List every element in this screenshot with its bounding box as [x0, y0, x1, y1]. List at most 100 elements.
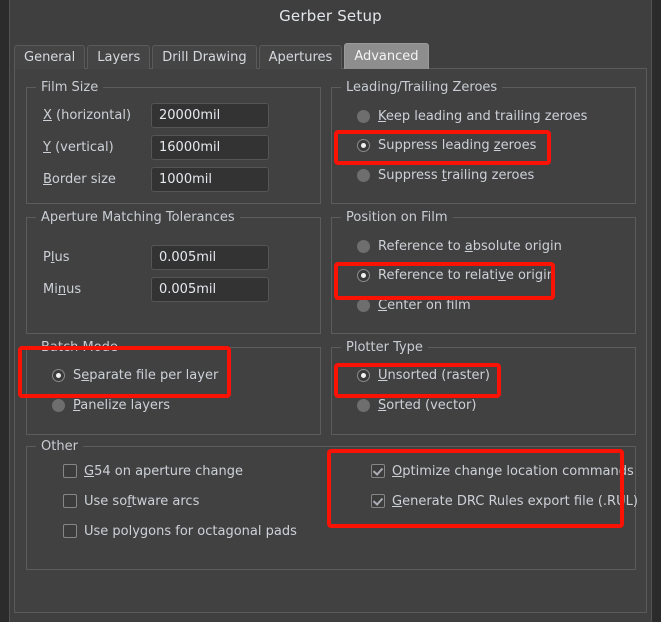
radio-indicator-sorted-vector [357, 398, 370, 412]
radio-label-relative-pre: Reference to relati [378, 267, 499, 283]
label-plus: Plus [43, 250, 151, 265]
radio-suppress-trailing-zeroes[interactable]: Suppress trailing zeroes [357, 165, 534, 185]
radio-center-on-film[interactable]: Center on film [357, 295, 471, 315]
radio-keep-leading-trailing-zeroes[interactable]: Keep leading and trailing zeroes [357, 106, 587, 126]
radio-label-unsorted-accel: U [378, 367, 388, 383]
radio-indicator-absolute-origin [357, 239, 370, 253]
radio-indicator-separate-file [52, 368, 65, 382]
checkbox-label-software-arcs-pre: Use so [84, 493, 128, 509]
radio-label-keep-zeroes-accel: K [378, 108, 386, 124]
label-border-size: Border size [43, 172, 151, 187]
input-film-x[interactable] [151, 102, 269, 128]
checkbox-indicator-optimize-change-location [371, 464, 385, 478]
radio-label-separate-file-post: parate file per layer [89, 367, 219, 383]
radio-label-suppress-leading-accel: z [493, 137, 501, 153]
checkbox-indicator-generate-drc [371, 494, 385, 508]
label-plus-post: us [54, 249, 70, 265]
group-film-size: Film Size X (horizontal) Y (vertical) Bo… [26, 80, 321, 204]
checkbox-label-g54-accel: G [84, 463, 95, 479]
checkbox-label-generate-drc: Generate DRC Rules export file (.RUL) [392, 494, 638, 509]
radio-label-suppress-trailing: Suppress trailing zeroes [378, 168, 534, 183]
radio-reference-relative-origin[interactable]: Reference to relative origin [357, 265, 555, 285]
tab-layers[interactable]: Layers [87, 45, 151, 69]
radio-label-sorted-post: orted (vector) [386, 397, 477, 413]
input-minus-tolerance[interactable] [151, 276, 269, 302]
checkbox-label-optimize-change-location: Optimize change location commands [392, 464, 634, 479]
radio-label-suppress-leading-post: eroes [500, 137, 537, 153]
window-edge-left-line [9, 0, 10, 622]
checkbox-g54-on-aperture-change[interactable]: G54 on aperture change [63, 461, 243, 481]
radio-indicator-unsorted-raster [357, 368, 370, 382]
radio-label-suppress-trailing-post: railing zeroes [446, 167, 535, 183]
checkbox-label-software-arcs: Use software arcs [84, 494, 199, 509]
field-row-film-x: X (horizontal) [43, 102, 269, 128]
group-leading-trailing-zeroes: Leading/Trailing Zeroes Keep leading and… [331, 80, 636, 204]
checkbox-label-g54-post: 54 on aperture change [94, 463, 244, 479]
group-title-plotter-type: Plotter Type [341, 340, 428, 355]
tab-apertures[interactable]: Apertures [258, 45, 343, 69]
radio-label-panelize-layers: Panelize layers [73, 398, 170, 413]
checkbox-use-software-arcs[interactable]: Use software arcs [63, 491, 199, 511]
label-border-size-accel: B [43, 171, 52, 187]
label-film-y-accel: Y [43, 139, 51, 155]
input-film-y[interactable] [151, 134, 269, 160]
radio-label-relative-origin: Reference to relative origin [378, 268, 555, 283]
field-row-film-y: Y (vertical) [43, 134, 269, 160]
radio-unsorted-raster[interactable]: Unsorted (raster) [357, 365, 490, 385]
window-edge-left [0, 0, 10, 622]
advanced-tab-panel: Film Size X (horizontal) Y (vertical) Bo… [14, 68, 647, 613]
checkbox-optimize-change-location-commands[interactable]: Optimize change location commands [371, 461, 634, 481]
group-title-position-on-film: Position on Film [341, 210, 453, 225]
label-minus: Minus [43, 282, 151, 297]
radio-label-unsorted-post: nsorted (raster) [387, 367, 490, 383]
radio-label-sorted-vector: Sorted (vector) [378, 398, 476, 413]
group-other: Other G54 on aperture change Use softwar… [26, 439, 638, 570]
group-title-aperture-tolerances: Aperture Matching Tolerances [36, 210, 240, 225]
window-edge-right-line [651, 0, 652, 622]
radio-label-absolute-post: bsolute origin [472, 238, 562, 254]
radio-label-separate-file: Separate file per layer [73, 368, 218, 383]
label-film-y: Y (vertical) [43, 140, 151, 155]
radio-label-center-post: enter on film [387, 297, 471, 313]
label-minus-post: us [66, 281, 82, 297]
tab-strip: General Layers Drill Drawing Apertures A… [14, 43, 431, 69]
field-row-minus: Minus [43, 276, 269, 302]
radio-panelize-layers[interactable]: Panelize layers [52, 395, 170, 415]
radio-label-absolute-pre: Reference to [378, 238, 465, 254]
radio-indicator-relative-origin [357, 268, 370, 282]
input-plus-tolerance[interactable] [151, 244, 269, 270]
radio-separate-file-per-layer[interactable]: Separate file per layer [52, 365, 218, 385]
radio-label-suppress-trailing-pre: Suppress [378, 167, 442, 183]
group-title-batch-mode: Batch Mode [36, 340, 123, 355]
checkbox-generate-drc-rules-export-file[interactable]: Generate DRC Rules export file (.RUL) [371, 491, 638, 511]
radio-reference-absolute-origin[interactable]: Reference to absolute origin [357, 236, 562, 256]
radio-label-suppress-leading: Suppress leading zeroes [378, 138, 536, 153]
radio-label-center-on-film: Center on film [378, 298, 471, 313]
radio-suppress-leading-zeroes[interactable]: Suppress leading zeroes [357, 135, 536, 155]
tab-drill-drawing[interactable]: Drill Drawing [152, 45, 257, 69]
radio-label-unsorted-raster: Unsorted (raster) [378, 368, 490, 383]
radio-indicator-panelize-layers [52, 398, 65, 412]
checkbox-indicator-g54 [63, 464, 77, 478]
tab-general[interactable]: General [14, 45, 86, 69]
dialog-title: Gerber Setup [279, 7, 382, 25]
radio-indicator-suppress-leading [357, 138, 370, 152]
radio-label-panelize-post: anelize layers [80, 397, 171, 413]
gerber-setup-dialog: Gerber Setup General Layers Drill Drawin… [0, 0, 661, 622]
label-film-x-text: (horizontal) [51, 107, 132, 123]
label-film-y-text: (vertical) [50, 139, 114, 155]
label-plus-pre: P [43, 249, 51, 265]
tab-advanced[interactable]: Advanced [344, 43, 429, 69]
group-title-leading-trailing-zeroes: Leading/Trailing Zeroes [341, 80, 503, 95]
label-film-x-accel: X [43, 107, 52, 123]
checkbox-use-polygons-octagonal-pads[interactable]: Use polygons for octagonal pads [63, 521, 297, 541]
input-border-size[interactable] [151, 166, 269, 192]
radio-label-keep-zeroes: Keep leading and trailing zeroes [378, 109, 587, 124]
group-plotter-type: Plotter Type Unsorted (raster) Sorted (v… [331, 340, 636, 435]
radio-label-relative-post: e origin [505, 267, 555, 283]
checkbox-label-octagonal-pads: Use polygons for octagonal pads [84, 524, 297, 539]
radio-indicator-center-on-film [357, 298, 370, 312]
checkbox-label-generate-drc-accel: G [392, 493, 403, 509]
radio-label-center-accel: C [378, 297, 388, 313]
radio-sorted-vector[interactable]: Sorted (vector) [357, 395, 476, 415]
